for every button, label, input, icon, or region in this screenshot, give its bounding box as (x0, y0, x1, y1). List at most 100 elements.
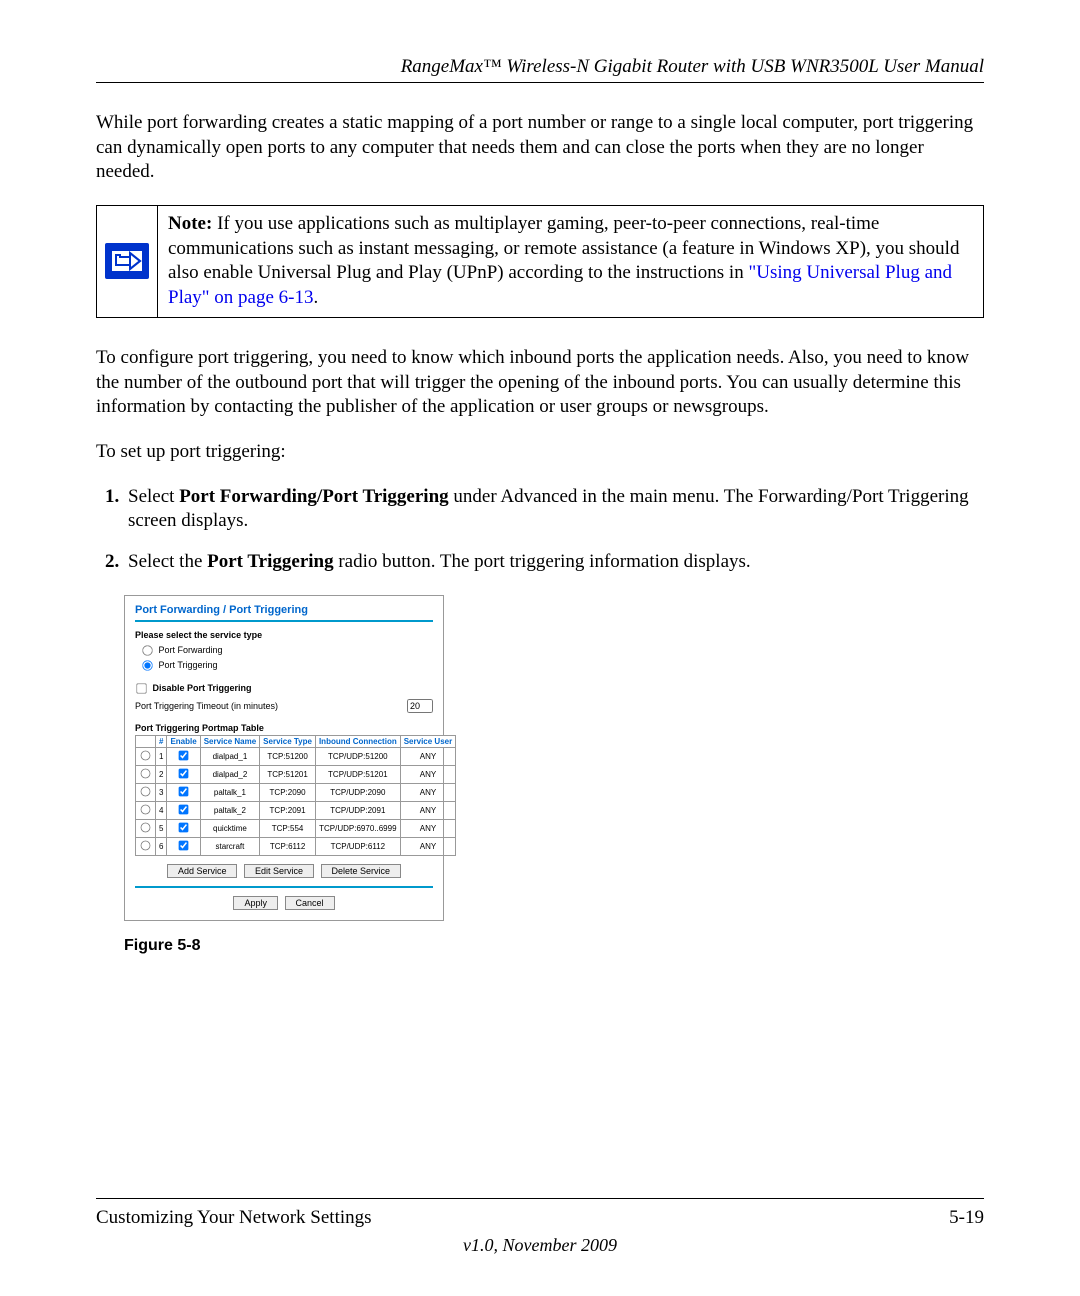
row-num: 4 (156, 801, 167, 819)
row-enable-checkbox[interactable] (179, 786, 189, 796)
footer-page-number: 5-19 (949, 1207, 984, 1229)
document-header-title: RangeMax™ Wireless-N Gigabit Router with… (96, 56, 984, 78)
setup-steps-list: Select Port Forwarding/Port Triggering u… (96, 485, 984, 575)
note-box: Note: If you use applications such as mu… (96, 205, 984, 318)
table-row: 3 paltalk_1TCP:2090TCP/UDP:2090ANY (136, 783, 456, 801)
row-type: TCP:51201 (260, 765, 316, 783)
radio-port-triggering-label: Port Triggering (159, 660, 218, 670)
row-enable-checkbox[interactable] (179, 840, 189, 850)
row-select-radio[interactable] (141, 750, 151, 760)
paragraph-setup-intro: To set up port triggering: (96, 440, 984, 465)
row-enable-checkbox[interactable] (179, 768, 189, 778)
disable-triggering-label: Disable Port Triggering (153, 683, 252, 693)
row-select-radio[interactable] (141, 822, 151, 832)
table-row: 5 quicktimeTCP:554TCP/UDP:6970..6999ANY (136, 819, 456, 837)
row-select-radio[interactable] (141, 768, 151, 778)
footer-section-title: Customizing Your Network Settings (96, 1207, 372, 1229)
radio-port-forwarding[interactable] (142, 645, 152, 655)
step-2c: radio button. The port triggering inform… (334, 551, 751, 572)
row-num: 2 (156, 765, 167, 783)
footer-version: v1.0, November 2009 (96, 1235, 984, 1256)
apply-button[interactable]: Apply (233, 896, 278, 910)
row-enable-checkbox[interactable] (179, 822, 189, 832)
note-text-b: . (313, 287, 318, 308)
figure-port-triggering: Port Forwarding / Port Triggering Please… (124, 595, 444, 921)
col-select (136, 735, 156, 747)
row-inbound: TCP/UDP:2091 (315, 801, 400, 819)
row-name: paltalk_2 (200, 801, 259, 819)
row-select-radio[interactable] (141, 786, 151, 796)
timeout-input[interactable] (407, 699, 433, 713)
fig-table-title: Port Triggering Portmap Table (135, 723, 433, 733)
step-1a: Select (128, 486, 179, 507)
fig-title: Port Forwarding / Port Triggering (135, 604, 433, 616)
checkbox-disable-triggering[interactable] (136, 683, 146, 693)
step-2a: Select the (128, 551, 207, 572)
table-row: 6 starcraftTCP:6112TCP/UDP:6112ANY (136, 837, 456, 855)
paragraph-config: To configure port triggering, you need t… (96, 346, 984, 420)
row-num: 6 (156, 837, 167, 855)
arrow-note-icon (105, 243, 149, 279)
timeout-label: Port Triggering Timeout (in minutes) (135, 701, 278, 711)
note-text: Note: If you use applications such as mu… (158, 206, 983, 317)
table-row: 4 paltalk_2TCP:2091TCP/UDP:2091ANY (136, 801, 456, 819)
step-2b-bold: Port Triggering (207, 551, 333, 572)
row-type: TCP:554 (260, 819, 316, 837)
step-1: Select Port Forwarding/Port Triggering u… (124, 485, 984, 534)
row-select-radio[interactable] (141, 804, 151, 814)
row-name: paltalk_1 (200, 783, 259, 801)
fig-title-rule (135, 620, 433, 622)
fig-select-label: Please select the service type (135, 630, 433, 640)
row-inbound: TCP/UDP:2090 (315, 783, 400, 801)
row-user: ANY (400, 819, 455, 837)
col-num: # (156, 735, 167, 747)
row-type: TCP:2091 (260, 801, 316, 819)
header-rule (96, 82, 984, 83)
edit-service-button[interactable]: Edit Service (244, 864, 314, 878)
row-inbound: TCP/UDP:6970..6999 (315, 819, 400, 837)
row-type: TCP:2090 (260, 783, 316, 801)
radio-port-forwarding-label: Port Forwarding (159, 645, 223, 655)
row-user: ANY (400, 765, 455, 783)
row-num: 3 (156, 783, 167, 801)
step-2: Select the Port Triggering radio button.… (124, 550, 984, 575)
row-user: ANY (400, 747, 455, 765)
row-inbound: TCP/UDP:51201 (315, 765, 400, 783)
row-inbound: TCP/UDP:51200 (315, 747, 400, 765)
row-select-radio[interactable] (141, 840, 151, 850)
row-name: quicktime (200, 819, 259, 837)
portmap-table: # Enable Service Name Service Type Inbou… (135, 735, 456, 856)
col-type: Service Type (260, 735, 316, 747)
row-user: ANY (400, 783, 455, 801)
step-1b-bold: Port Forwarding/Port Triggering (179, 486, 448, 507)
row-name: starcraft (200, 837, 259, 855)
col-user: Service User (400, 735, 455, 747)
cancel-button[interactable]: Cancel (285, 896, 335, 910)
row-name: dialpad_2 (200, 765, 259, 783)
row-type: TCP:51200 (260, 747, 316, 765)
row-user: ANY (400, 837, 455, 855)
figure-caption: Figure 5-8 (124, 937, 984, 955)
col-enable: Enable (167, 735, 200, 747)
row-inbound: TCP/UDP:6112 (315, 837, 400, 855)
col-name: Service Name (200, 735, 259, 747)
page-footer: Customizing Your Network Settings 5-19 v… (96, 1198, 984, 1256)
row-enable-checkbox[interactable] (179, 750, 189, 760)
row-user: ANY (400, 801, 455, 819)
table-row: 1 dialpad_1TCP:51200TCP/UDP:51200ANY (136, 747, 456, 765)
col-inbound: Inbound Connection (315, 735, 400, 747)
row-num: 1 (156, 747, 167, 765)
footer-rule (96, 1198, 984, 1199)
row-type: TCP:6112 (260, 837, 316, 855)
add-service-button[interactable]: Add Service (167, 864, 238, 878)
paragraph-intro: While port forwarding creates a static m… (96, 111, 984, 185)
note-label: Note: (168, 213, 212, 234)
row-num: 5 (156, 819, 167, 837)
note-icon-cell (97, 206, 158, 317)
fig-bottom-rule (135, 886, 433, 888)
delete-service-button[interactable]: Delete Service (321, 864, 402, 878)
row-name: dialpad_1 (200, 747, 259, 765)
row-enable-checkbox[interactable] (179, 804, 189, 814)
radio-port-triggering[interactable] (142, 660, 152, 670)
table-row: 2 dialpad_2TCP:51201TCP/UDP:51201ANY (136, 765, 456, 783)
